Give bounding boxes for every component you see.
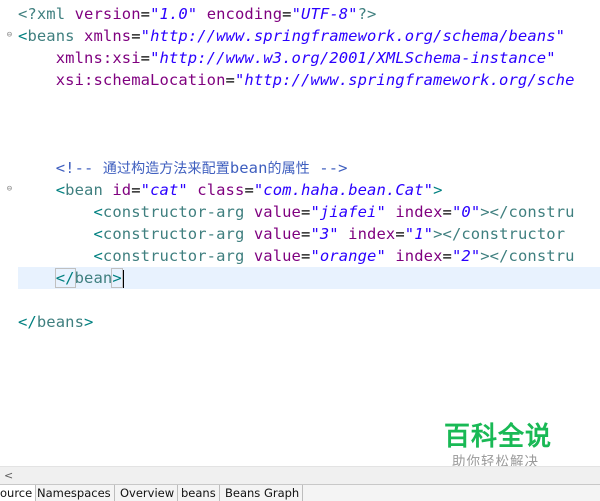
attr-value: "0" bbox=[451, 203, 481, 221]
equals: = bbox=[442, 203, 452, 221]
attr-name: value bbox=[253, 225, 301, 243]
attr-value: "jiafei" bbox=[310, 203, 386, 221]
code-line-beans-close[interactable]: </beans> bbox=[18, 311, 600, 333]
attr-name: xmlns:xsi bbox=[55, 49, 141, 67]
comment-close: --> bbox=[319, 159, 348, 177]
tag-bracket: </ bbox=[54, 268, 76, 288]
tab-beans-graph[interactable]: Beans Graph bbox=[222, 485, 304, 501]
attr-name: encoding bbox=[206, 5, 283, 23]
attr-value: "com.haha.bean.Cat" bbox=[253, 181, 434, 199]
text-cursor bbox=[122, 269, 124, 288]
tag-bracket: > bbox=[111, 268, 123, 288]
tag-bracket: < bbox=[93, 225, 103, 243]
equals: = bbox=[225, 71, 235, 89]
code-line-constructor-arg[interactable]: <constructor-arg value="3" index="1"></c… bbox=[18, 223, 600, 245]
attr-value: "1.0" bbox=[150, 5, 198, 23]
tab-overview[interactable]: Overview bbox=[117, 485, 179, 501]
tab-beans[interactable]: beans bbox=[178, 485, 220, 501]
attr-value: "UTF-8" bbox=[291, 5, 358, 23]
tag-name: constructor-arg bbox=[102, 203, 245, 221]
attr-value: "1" bbox=[404, 225, 434, 243]
attr-value: "http://www.springframework.org/sche bbox=[234, 71, 575, 89]
editor-gutter: ⊖ ⊖ bbox=[0, 0, 18, 466]
fold-toggle-icon[interactable]: ⊖ bbox=[5, 185, 14, 194]
attr-value: "cat" bbox=[140, 181, 188, 199]
code-line-xmlns-xsi[interactable]: xmlns:xsi="http://www.w3.org/2001/XMLSch… bbox=[18, 47, 600, 69]
equals: = bbox=[395, 225, 405, 243]
tag-bracket: > bbox=[84, 313, 94, 331]
attr-name: index bbox=[395, 247, 443, 265]
tag-bracket: > bbox=[433, 181, 443, 199]
equals: = bbox=[244, 181, 254, 199]
equals: = bbox=[131, 181, 141, 199]
attr-name: value bbox=[253, 247, 301, 265]
code-line-beans-open[interactable]: <beans xmlns="http://www.springframework… bbox=[18, 25, 600, 47]
comment-text: bean bbox=[229, 159, 268, 177]
attr-name: xsi:schemaLocation bbox=[55, 71, 226, 89]
attr-value: "http://www.w3.org/2001/XMLSchema-instan… bbox=[150, 49, 556, 67]
tag-name: bean bbox=[65, 181, 103, 199]
fold-toggle-icon[interactable]: ⊖ bbox=[5, 31, 14, 40]
attr-value: "orange" bbox=[310, 247, 386, 265]
code-line-bean-close[interactable]: </bean> bbox=[18, 267, 600, 289]
attr-name: value bbox=[253, 203, 301, 221]
tag-name: beans bbox=[36, 313, 85, 331]
equals: = bbox=[442, 247, 452, 265]
equals: = bbox=[140, 49, 151, 67]
attr-name: xmlns bbox=[84, 27, 132, 45]
editor-page-tabs: ource Namespaces Overview beans Beans Gr… bbox=[0, 484, 600, 501]
tag-close: ></constru bbox=[480, 247, 575, 265]
code-line-constructor-arg[interactable]: <constructor-arg value="orange" index="2… bbox=[18, 245, 600, 267]
equals: = bbox=[140, 5, 151, 23]
watermark: 百科全说 助你轻松解决 bbox=[424, 410, 576, 474]
tag-name: bean bbox=[74, 269, 113, 287]
attr-value: "2" bbox=[451, 247, 481, 265]
xml-pi-close: ?> bbox=[357, 5, 377, 23]
horizontal-scrollbar[interactable]: < bbox=[0, 466, 600, 484]
xml-editor[interactable]: ⊖ ⊖ <?xml version="1.0" encoding="UTF-8"… bbox=[0, 0, 600, 466]
attr-value: "http://www.springframework.org/schema/b… bbox=[140, 27, 566, 45]
comment-open: <!-- bbox=[55, 159, 94, 177]
attr-name: index bbox=[395, 203, 443, 221]
attr-name: version bbox=[74, 5, 141, 23]
tab-namespaces[interactable]: Namespaces bbox=[34, 485, 115, 501]
comment-text: 通过构造方法来配置 bbox=[102, 161, 230, 177]
code-line-comment[interactable]: <!-- 通过构造方法来配置bean的属性 --> bbox=[18, 157, 600, 179]
tag-close: ></constructor bbox=[433, 225, 566, 243]
code-line-bean-open[interactable]: <bean id="cat" class="com.haha.bean.Cat"… bbox=[18, 179, 600, 201]
attr-value: "3" bbox=[310, 225, 339, 243]
scroll-left-arrow-icon[interactable]: < bbox=[4, 467, 13, 484]
xml-pi-open: <?xml bbox=[18, 5, 66, 23]
tag-bracket: </ bbox=[18, 313, 37, 331]
tag-name: constructor-arg bbox=[102, 225, 245, 243]
tag-bracket: < bbox=[93, 203, 103, 221]
comment-text: 的属性 bbox=[267, 161, 310, 177]
tag-name: constructor-arg bbox=[102, 247, 245, 265]
code-line-xml-declaration[interactable]: <?xml version="1.0" encoding="UTF-8"?> bbox=[18, 3, 600, 25]
attr-name: class bbox=[197, 181, 245, 199]
tag-bracket: < bbox=[55, 181, 66, 199]
equals: = bbox=[282, 5, 292, 23]
code-line-constructor-arg[interactable]: <constructor-arg value="jiafei" index="0… bbox=[18, 201, 600, 223]
attr-name: index bbox=[348, 225, 396, 243]
tag-name: beans bbox=[27, 27, 75, 45]
tag-bracket: < bbox=[93, 247, 103, 265]
tab-source[interactable]: ource bbox=[0, 485, 37, 501]
code-line-schema-location[interactable]: xsi:schemaLocation="http://www.springfra… bbox=[18, 69, 600, 91]
attr-name: id bbox=[112, 181, 132, 199]
tag-close: ></constru bbox=[480, 203, 575, 221]
equals: = bbox=[131, 27, 141, 45]
watermark-logo: 百科全说 bbox=[444, 422, 553, 452]
